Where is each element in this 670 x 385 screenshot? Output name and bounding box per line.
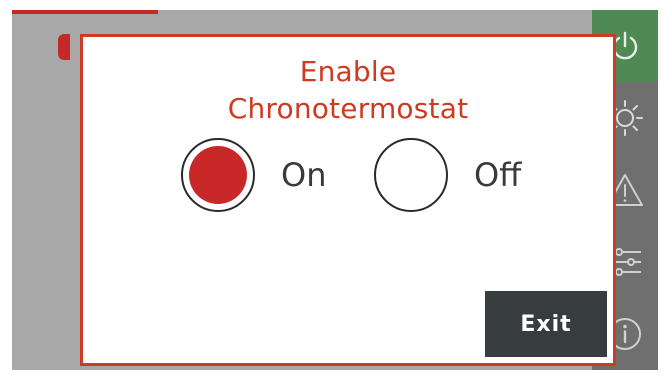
exit-button[interactable]: Exit: [485, 291, 607, 357]
dialog-title: Enable Chronotermostat: [83, 53, 613, 127]
on-radio-button[interactable]: [181, 138, 255, 212]
background-status-strip: [12, 10, 158, 14]
on-label: On: [281, 156, 327, 194]
dialog-title-line2: Chronotermostat: [227, 92, 469, 125]
device-screen: Enable Chronotermostat On Off Exit: [12, 10, 658, 370]
off-radio-button[interactable]: [374, 138, 448, 212]
off-option[interactable]: Off: [374, 135, 521, 215]
off-label: Off: [474, 156, 522, 194]
chronothermostat-dialog: Enable Chronotermostat On Off Exit: [80, 34, 616, 366]
background-indicator: [58, 34, 70, 60]
dialog-title-line1: Enable: [299, 55, 397, 88]
radio-selected-dot: [189, 146, 247, 204]
on-option[interactable]: On: [181, 135, 326, 215]
